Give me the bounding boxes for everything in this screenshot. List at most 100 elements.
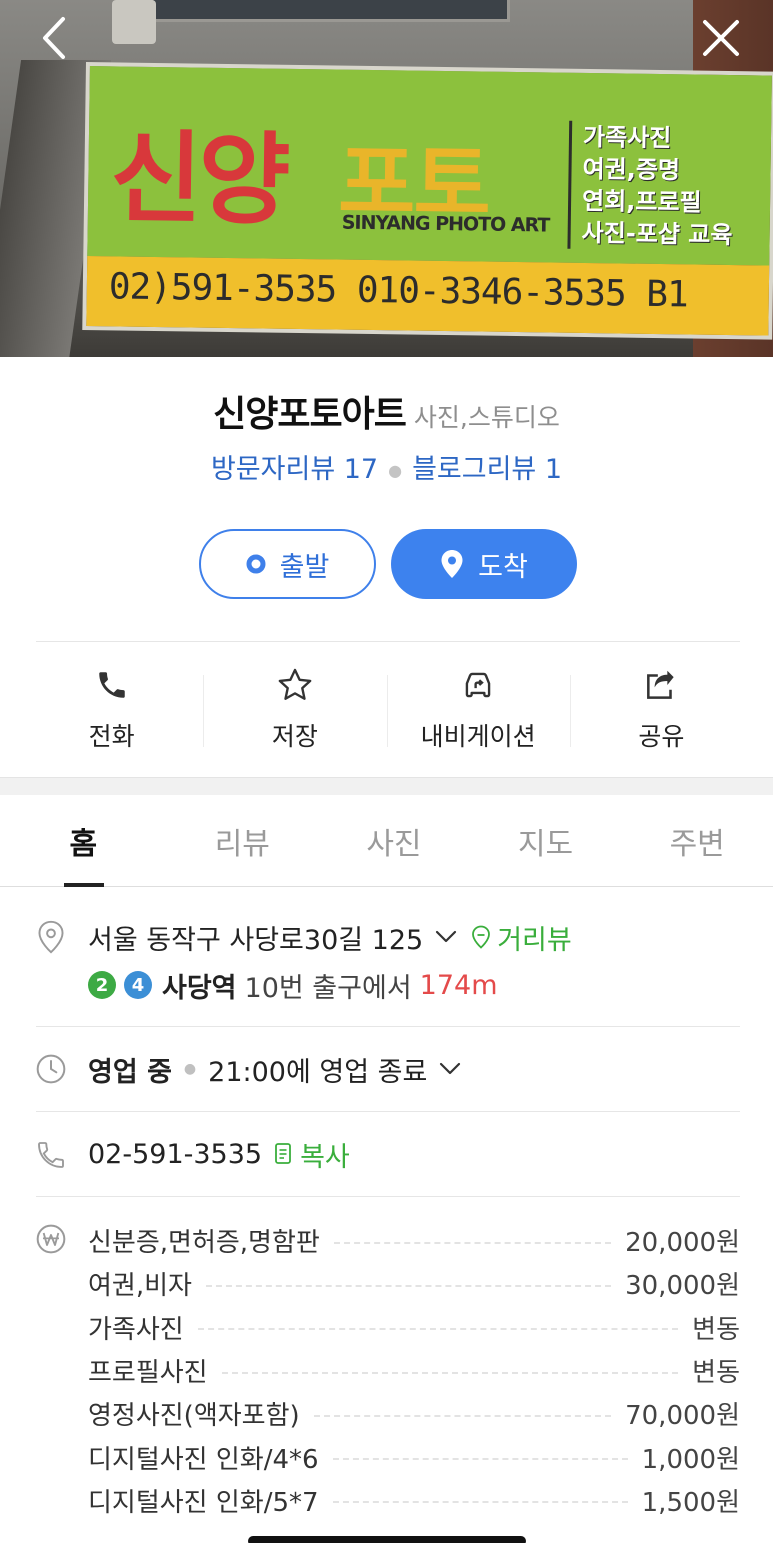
copy-icon <box>275 1143 291 1164</box>
action-row: 전화 저장 내비게이션 공유 <box>20 665 753 755</box>
tab-photos[interactable]: 사진 <box>318 795 470 886</box>
divider <box>36 1026 740 1027</box>
copy-button[interactable]: 복사 <box>274 1135 350 1174</box>
save-label: 저장 <box>271 722 318 751</box>
tab-nearby[interactable]: 주변 <box>621 795 773 886</box>
closing-time: 21:00에 영업 종료 <box>208 1056 428 1088</box>
phone-outline-icon <box>34 1138 68 1172</box>
won-currency-icon <box>34 1222 68 1256</box>
address-row: 서울 동작구 사당로30길 125 거리뷰 <box>88 918 572 957</box>
price-item-name: 디지털사진 인화/5*7 <box>88 1487 319 1518</box>
price-item: 디지털사진 인화/4*6 1,000원 <box>88 1435 740 1478</box>
open-status: 영업 중 <box>88 1056 172 1088</box>
place-category: 사진,스튜디오 <box>413 403 560 432</box>
dotted-leader <box>332 1501 628 1504</box>
price-item-value: 1,000원 <box>641 1444 740 1475</box>
phone-number[interactable]: 02-591-3535 <box>88 1139 262 1170</box>
price-item: 프로필사진 변동 <box>88 1349 740 1392</box>
price-item-name: 여권,비자 <box>88 1271 192 1302</box>
station-name: 사당역 <box>162 972 237 1004</box>
hours-row[interactable]: 영업 중 ● 21:00에 영업 종료 <box>88 1051 461 1088</box>
phone-row: 02-591-3535 복사 <box>88 1135 350 1174</box>
tab-map[interactable]: 지도 <box>470 795 622 886</box>
sign-english: SINYANG PHOTO ART <box>341 211 550 237</box>
price-item: 가족사진 변동 <box>88 1306 740 1349</box>
dotted-leader <box>332 1458 628 1461</box>
navigation-label: 내비게이션 <box>420 722 536 751</box>
price-item-value: 20,000원 <box>625 1228 740 1259</box>
phone-icon <box>95 665 129 705</box>
station-distance: 174m <box>419 969 498 1001</box>
blog-reviews-link[interactable]: 블로그리뷰 1 <box>412 454 562 485</box>
navigation-icon <box>459 665 497 705</box>
divider <box>36 1111 740 1112</box>
call-label: 전화 <box>88 722 135 751</box>
sign-phone: 02)591-3535 010-3346-3535 B1 <box>108 266 688 316</box>
sign-service: 가족사진 <box>582 122 672 153</box>
navigation-action[interactable]: 내비게이션 <box>386 665 570 755</box>
dotted-leader <box>197 1328 679 1331</box>
address-text[interactable]: 서울 동작구 사당로30길 125 <box>88 918 423 957</box>
place-photo[interactable]: 신양 포토 SINYANG PHOTO ART 가족사진 여권,증명 연회,프로… <box>0 0 773 357</box>
dotted-leader <box>205 1284 612 1287</box>
save-action[interactable]: 저장 <box>203 665 386 755</box>
price-item-value: 변동 <box>692 1314 740 1345</box>
subway-row: 2 4 사당역 10번 출구에서 174m <box>88 967 498 1004</box>
star-icon <box>276 665 314 705</box>
start-route-label: 출발 <box>279 551 330 583</box>
photo-wall-box <box>112 0 156 44</box>
clock-icon <box>34 1052 68 1086</box>
street-view-icon <box>472 925 491 949</box>
place-header: 신양포토아트 사진,스튜디오 <box>0 385 773 437</box>
price-item-name: 프로필사진 <box>88 1358 208 1389</box>
price-item: 여권,비자 30,000원 <box>88 1262 740 1305</box>
price-item-name: 디지털사진 인화/4*6 <box>88 1444 319 1475</box>
copy-label: 복사 <box>300 1141 350 1173</box>
tab-home[interactable]: 홈 <box>0 795 167 887</box>
sign-name-left: 신양 <box>109 119 288 239</box>
map-pin-icon <box>440 549 464 579</box>
sign-service: 사진-포샵 교육 <box>581 218 733 250</box>
tab-bar: 홈 리뷰 사진 지도 주변 <box>0 795 773 887</box>
dotted-leader <box>221 1371 679 1374</box>
price-item-value: 변동 <box>692 1358 740 1389</box>
chevron-down-icon[interactable] <box>435 930 457 944</box>
photo-window <box>150 0 510 22</box>
divider <box>36 1196 740 1197</box>
price-item-name: 신분증,면허증,명함판 <box>88 1228 320 1259</box>
section-gap <box>0 777 773 795</box>
close-icon <box>703 20 739 56</box>
back-button[interactable] <box>30 14 78 62</box>
dotted-leader <box>313 1414 612 1417</box>
close-button[interactable] <box>697 14 745 62</box>
sign-service: 여권,증명 <box>582 154 681 185</box>
divider <box>36 641 740 642</box>
street-view-link[interactable]: 거리뷰 <box>471 918 572 957</box>
chevron-left-icon <box>43 17 65 59</box>
price-item-value: 1,500원 <box>641 1487 740 1518</box>
visitor-reviews-link[interactable]: 방문자리뷰 17 <box>211 454 378 485</box>
store-sign: 신양 포토 SINYANG PHOTO ART 가족사진 여권,증명 연회,프로… <box>82 62 773 340</box>
price-item: 영정사진(액자포함) 70,000원 <box>88 1392 740 1435</box>
subway-line-4-badge: 4 <box>124 971 152 999</box>
sign-services: 가족사진 여권,증명 연회,프로필 사진-포샵 교육 <box>581 121 734 251</box>
station-exit: 10번 출구에서 <box>244 972 412 1004</box>
price-item-name: 가족사진 <box>88 1314 184 1345</box>
price-item-value: 30,000원 <box>625 1271 740 1302</box>
call-action[interactable]: 전화 <box>20 665 203 755</box>
arrive-route-button[interactable]: 도착 <box>391 529 577 599</box>
chevron-down-icon[interactable] <box>439 1062 461 1076</box>
dotted-leader <box>333 1241 612 1244</box>
tab-reviews[interactable]: 리뷰 <box>167 795 319 886</box>
separator-dot: ● <box>183 1061 197 1077</box>
street-view-label: 거리뷰 <box>497 924 572 956</box>
share-action[interactable]: 공유 <box>569 665 753 755</box>
share-icon <box>642 665 680 705</box>
location-pin-icon <box>34 920 68 954</box>
price-list: 신분증,면허증,명함판 20,000원 여권,비자 30,000원 가족사진 변동 프… <box>88 1219 740 1522</box>
origin-dot-icon <box>246 554 266 574</box>
start-route-button[interactable]: 출발 <box>199 529 376 599</box>
home-indicator[interactable] <box>248 1536 526 1543</box>
price-item: 신분증,면허증,명함판 20,000원 <box>88 1219 740 1262</box>
review-counts: 방문자리뷰 17 ● 블로그리뷰 1 <box>0 447 773 486</box>
